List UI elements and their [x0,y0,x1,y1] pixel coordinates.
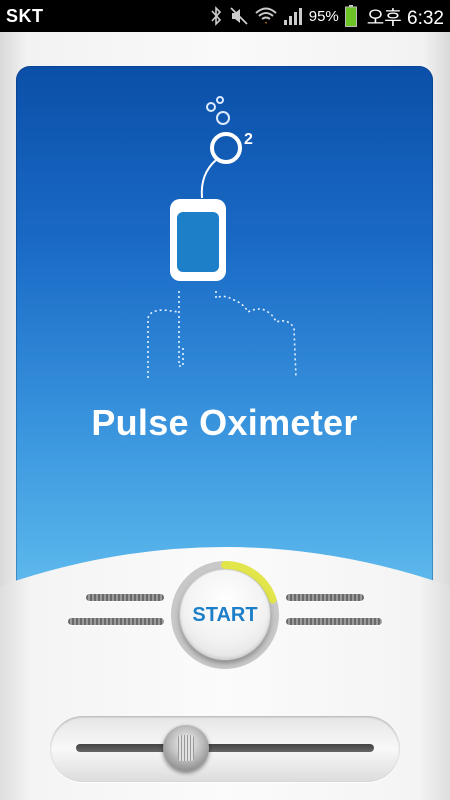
status-icons: 95% 오후 6:32 [209,4,444,29]
signal-icon [283,8,302,25]
hero-panel: 2 Pulse Oximeter [16,66,433,586]
speaker-grille-left-bottom [68,618,164,625]
pulse-sensor-icon [170,199,226,281]
battery-icon [344,5,357,27]
finger-outline-icon [147,291,297,379]
carrier-label: SKT [6,6,44,26]
mute-icon [230,7,248,25]
wifi-icon [255,7,277,24]
battery-percent: 95% [308,7,339,25]
speaker-grille-left-top [86,594,164,601]
oxygen-superscript: 2 [244,131,253,148]
speaker-grille-right-bottom [286,618,382,625]
clock: 오후 6:32 [366,7,444,29]
oxygen-o2-icon [210,132,242,164]
slider-track[interactable] [76,744,374,752]
speaker-grille-right-top [286,594,364,601]
app-title: Pulse Oximeter [91,402,358,443]
bluetooth-icon [211,6,221,26]
oxygen-bubbles-icon [206,96,230,125]
hero-illustration: 2 [147,96,297,379]
status-bar: SKT 95% 오후 6:32 [0,0,450,32]
start-button[interactable]: START [180,570,270,660]
slider-thumb[interactable] [163,725,210,771]
